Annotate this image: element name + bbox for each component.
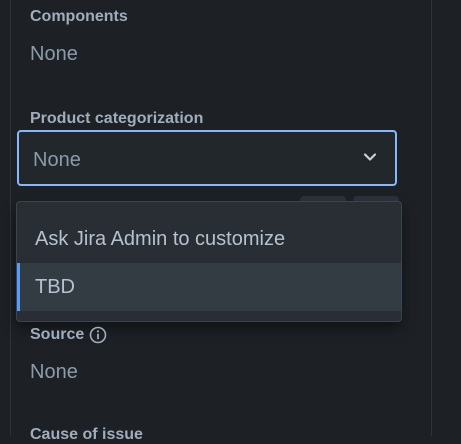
source-value[interactable]: None — [30, 361, 78, 384]
components-label: Components — [30, 8, 128, 25]
product-categorization-label: Product categorization — [30, 110, 204, 127]
source-label: Source — [30, 326, 85, 343]
selected-indicator — [17, 263, 20, 311]
panel-left-divider — [10, 0, 11, 436]
dropdown-option-tbd[interactable]: TBD — [17, 263, 401, 311]
components-value[interactable]: None — [30, 43, 78, 66]
panel-right-divider — [431, 0, 432, 436]
option-label: Ask Jira Admin to customize — [35, 228, 286, 250]
product-categorization-dropdown: Ask Jira Admin to customize TBD — [16, 201, 402, 322]
product-categorization-selected-value: None — [33, 149, 81, 171]
option-label: TBD — [35, 276, 75, 298]
info-icon[interactable] — [89, 326, 107, 344]
dropdown-option-ask-jira-admin[interactable]: Ask Jira Admin to customize — [17, 215, 401, 263]
chevron-down-icon[interactable] — [363, 150, 377, 164]
cause-of-issue-label: Cause of issue — [30, 426, 143, 443]
product-categorization-select[interactable]: None — [17, 130, 397, 186]
